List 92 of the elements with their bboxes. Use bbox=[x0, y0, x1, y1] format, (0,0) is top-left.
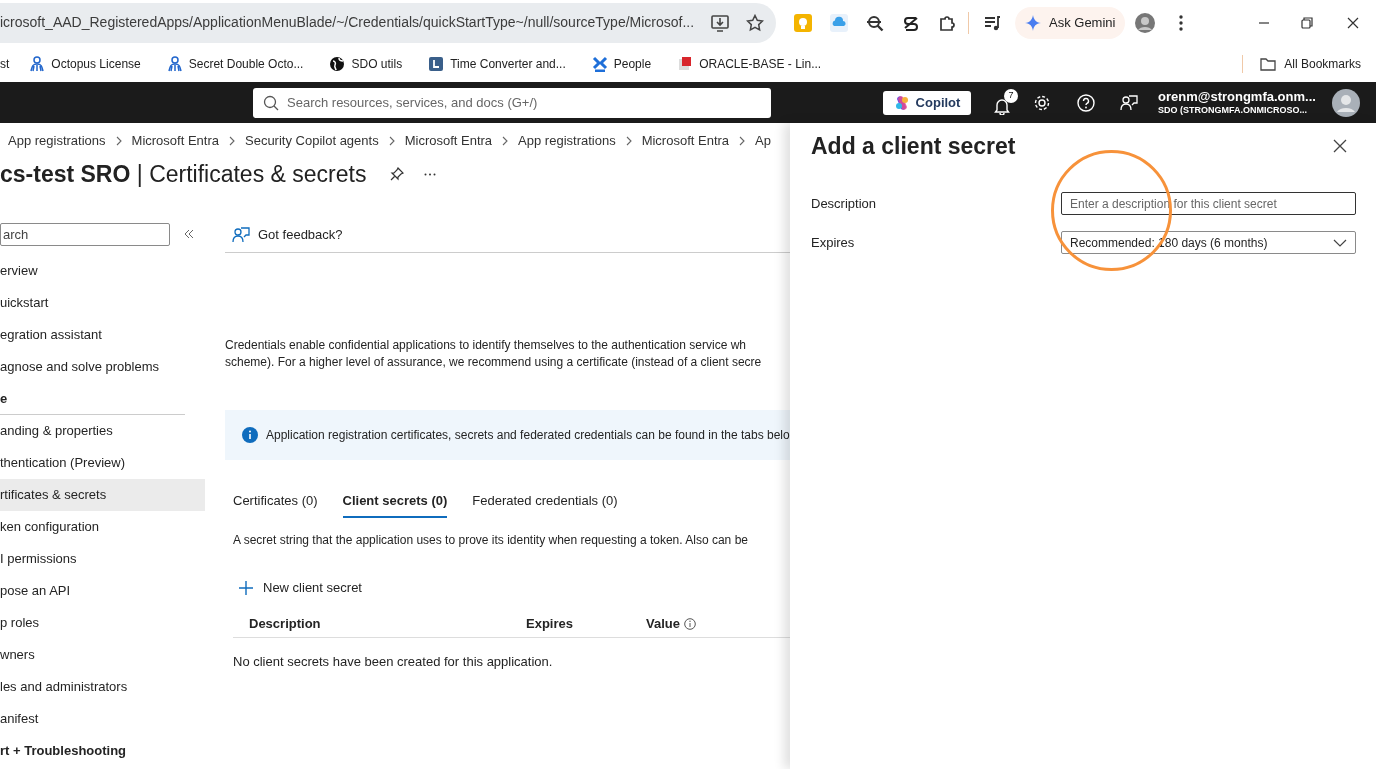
breadcrumb-link[interactable]: Ap bbox=[755, 131, 771, 151]
sidebar-item[interactable]: agnose and solve problems bbox=[0, 351, 205, 383]
new-client-secret-button[interactable]: New client secret bbox=[238, 578, 362, 598]
bookmark[interactable]: Time Converter and... bbox=[428, 54, 566, 73]
sidebar-item[interactable]: p roles bbox=[0, 607, 205, 639]
sidebar-item[interactable]: uickstart bbox=[0, 287, 205, 319]
sidebar-item[interactable]: les and administrators bbox=[0, 671, 205, 703]
folder-icon bbox=[1260, 56, 1277, 71]
chevron-icon bbox=[387, 136, 396, 146]
playlist-icon[interactable] bbox=[983, 13, 1001, 32]
chevron-icon bbox=[738, 136, 747, 146]
person-icon bbox=[29, 55, 46, 72]
chevron-icon bbox=[114, 136, 123, 146]
chevron-icon bbox=[624, 136, 633, 146]
breadcrumb-link[interactable]: Microsoft Entra bbox=[131, 131, 219, 151]
field-label: Description bbox=[811, 194, 878, 213]
copilot-logo bbox=[893, 94, 910, 111]
empty-message: No client secrets have been created for this application. bbox=[232, 652, 554, 671]
account-email[interactable]: orenm@strongmfa.onm... bbox=[1158, 88, 1316, 105]
all-bookmarks-button[interactable]: All Bookmarks bbox=[1260, 54, 1361, 73]
more-icon[interactable] bbox=[1179, 14, 1184, 31]
bookmark[interactable]: st bbox=[0, 54, 10, 73]
page-title: cs-test SRO | Certificates & secrets bbox=[0, 159, 367, 189]
column-header: Description bbox=[249, 615, 321, 634]
install-icon[interactable] bbox=[710, 13, 730, 32]
help-icon[interactable] bbox=[1077, 93, 1095, 112]
close-icon[interactable] bbox=[1333, 139, 1347, 153]
cloud-icon[interactable] bbox=[830, 13, 848, 32]
sidebar-item[interactable]: I permissions bbox=[0, 543, 205, 575]
info-icon bbox=[683, 618, 696, 630]
copilot-button[interactable]: Copilot bbox=[883, 90, 971, 115]
breadcrumb-link[interactable]: Microsoft Entra bbox=[641, 131, 730, 151]
bookmark[interactable]: Secret Double Octo... bbox=[166, 54, 304, 73]
bookmark[interactable]: Octopus License bbox=[29, 54, 141, 73]
collapse-icon[interactable] bbox=[184, 229, 194, 239]
plus-icon bbox=[238, 579, 254, 596]
feedback-link[interactable]: Got feedback? bbox=[258, 224, 343, 245]
intro-paragraph: Credentials enable confidential applications to identify themselves to the authentication service wh scheme). For a higher level of assurance, we recommend using a certificate (instead of a client secre bbox=[225, 337, 763, 371]
sidebar-item[interactable]: ken configuration bbox=[0, 511, 205, 543]
close-icon[interactable] bbox=[1347, 16, 1360, 29]
sidebar-search-field[interactable]: arch bbox=[0, 222, 170, 246]
description-field[interactable]: Enter a description for this client secret bbox=[1061, 192, 1356, 215]
settings-icon[interactable] bbox=[1033, 93, 1051, 112]
search-box[interactable]: Search resources, services, and docs (G+/) bbox=[253, 87, 771, 118]
tab[interactable]: Client secrets (0) bbox=[342, 491, 448, 518]
page-icon bbox=[677, 55, 694, 72]
restore-icon[interactable] bbox=[1301, 16, 1314, 29]
person-icon bbox=[166, 55, 183, 72]
breadcrumb-link[interactable]: App registrations bbox=[518, 131, 616, 151]
sidebar-item[interactable]: egration assistant bbox=[0, 319, 205, 351]
sidebar-heading: rt + Troubleshooting bbox=[0, 742, 127, 761]
sidebar-item[interactable]: erview bbox=[0, 255, 205, 287]
info-icon bbox=[242, 427, 258, 443]
column-header: Expires bbox=[526, 615, 573, 634]
account-tenant[interactable]: SDO (STRONGMFA.ONMICROSO... bbox=[1158, 105, 1316, 117]
sidebar-item[interactable]: pose an API bbox=[0, 575, 205, 607]
chevron-icon bbox=[228, 136, 236, 146]
bookmark[interactable]: ORACLE-BASE - Lin... bbox=[677, 54, 822, 73]
cross-icon bbox=[591, 55, 608, 72]
field-label: Expires bbox=[811, 233, 856, 252]
notification-count: 7 bbox=[1004, 88, 1018, 103]
search-icon bbox=[263, 94, 279, 111]
sidebar-item[interactable]: thentication (Preview) bbox=[0, 447, 205, 479]
puzzle-icon[interactable] bbox=[938, 13, 956, 32]
info-text: Application registration certificates, secrets and federated credentials can be found in the tabs belo bbox=[266, 427, 790, 444]
sparkle-icon bbox=[1025, 14, 1041, 31]
tab-description: A secret string that the application uses to prove its identity when requesting a token. Also can be bbox=[232, 532, 749, 549]
chevron-icon bbox=[501, 136, 510, 146]
column-header: Value bbox=[646, 615, 680, 634]
star-icon[interactable] bbox=[746, 13, 764, 32]
sidebar-item[interactable]: anding & properties bbox=[0, 415, 205, 447]
avatar-icon[interactable] bbox=[1332, 88, 1360, 117]
chevron-down-icon bbox=[1333, 238, 1347, 247]
sidebar-item[interactable]: wners bbox=[0, 639, 205, 671]
bell-icon[interactable] bbox=[993, 96, 1011, 115]
breadcrumb-link[interactable]: Microsoft Entra bbox=[404, 131, 493, 151]
panel-title: Add a client secret bbox=[811, 131, 1016, 161]
pin-icon[interactable] bbox=[390, 167, 405, 181]
tab[interactable]: Federated credentials (0) bbox=[472, 491, 618, 518]
bookmark[interactable]: SDO utils bbox=[329, 54, 403, 73]
sidebar-item[interactable]: rtificates & secrets bbox=[0, 479, 205, 511]
bookmark[interactable]: People bbox=[591, 54, 652, 73]
breadcrumb-link[interactable]: Security Copilot agents bbox=[245, 131, 379, 151]
spy-icon[interactable] bbox=[866, 13, 884, 32]
sidebar-heading: e bbox=[0, 389, 8, 408]
more-icon[interactable] bbox=[424, 172, 437, 176]
globe-icon bbox=[329, 55, 346, 72]
ask-gemini-button[interactable]: Ask Gemini bbox=[1015, 6, 1126, 39]
sidebar-item[interactable]: anifest bbox=[0, 703, 205, 735]
tab[interactable]: Certificates (0) bbox=[233, 491, 318, 518]
breadcrumb-link[interactable]: App registrations bbox=[8, 131, 106, 151]
search-input[interactable]: Search resources, services, and docs (G+/) bbox=[287, 92, 761, 113]
